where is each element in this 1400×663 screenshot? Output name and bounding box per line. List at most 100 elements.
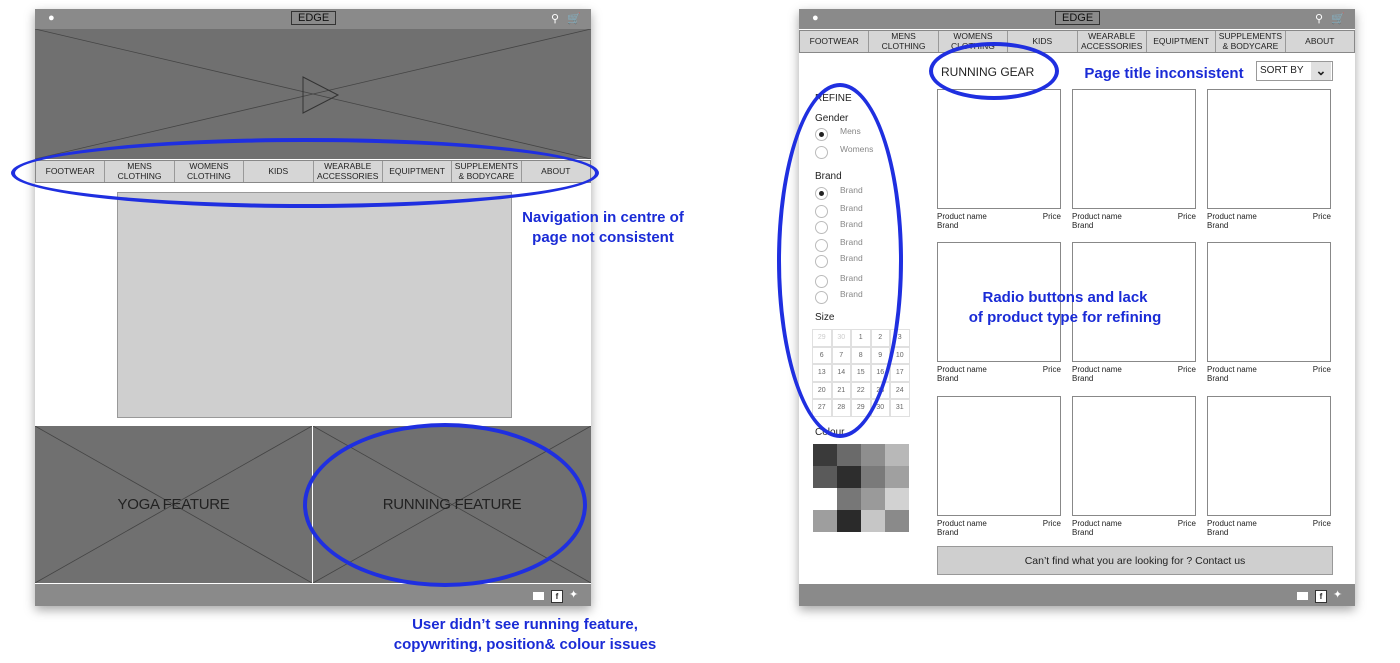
product-brand: Brand xyxy=(1072,374,1094,383)
content-placeholder xyxy=(117,192,512,418)
product-price: Price xyxy=(1177,365,1196,374)
colour-swatch[interactable] xyxy=(885,466,909,488)
title-highlight-ellipse xyxy=(929,42,1059,100)
nav-item-equiptment[interactable]: EQUIPTMENT xyxy=(1147,31,1217,52)
product-price: Price xyxy=(1312,212,1331,221)
product-card[interactable]: Product name Price Brand xyxy=(937,396,1061,538)
product-price: Price xyxy=(1312,365,1331,374)
colour-swatch[interactable] xyxy=(837,466,861,488)
product-brand: Brand xyxy=(1207,221,1229,230)
twitter-icon[interactable]: ✦ xyxy=(569,589,578,601)
product-name: Product name xyxy=(1207,365,1257,374)
product-image[interactable] xyxy=(937,396,1061,516)
product-price: Price xyxy=(1042,365,1061,374)
page-title-annotation: Page title inconsistent xyxy=(1084,65,1244,82)
colour-swatch[interactable] xyxy=(813,466,837,488)
colour-swatch[interactable] xyxy=(861,444,885,466)
user-icon[interactable]: ● xyxy=(48,12,55,24)
product-name: Product name xyxy=(937,519,987,528)
facebook-icon[interactable]: f xyxy=(1315,590,1327,603)
product-name: Product name xyxy=(1072,519,1122,528)
cart-icon[interactable]: 🛒 xyxy=(567,13,581,25)
sort-by-label: SORT BY xyxy=(1260,65,1304,76)
product-card[interactable]: Product name Price Brand xyxy=(1072,89,1196,231)
chevron-down-icon: ⌄ xyxy=(1311,62,1331,80)
contact-us-label: Can’t find what you are looking for ? Co… xyxy=(1024,554,1246,567)
product-brand: Brand xyxy=(937,528,959,537)
running-annotation: User didn’t see running feature, copywri… xyxy=(393,616,657,653)
product-image[interactable] xyxy=(1207,89,1331,209)
footer-bar xyxy=(35,584,591,606)
colour-swatch[interactable] xyxy=(885,444,909,466)
colour-swatch[interactable] xyxy=(837,488,861,510)
product-price: Price xyxy=(1042,519,1061,528)
nav-item-footwear[interactable]: FOOTWEAR xyxy=(800,31,870,52)
nav-item-wearable-accessories[interactable]: WEARABLE ACCESSORIES xyxy=(1078,31,1147,52)
size-option[interactable]: 24 xyxy=(890,381,910,399)
product-image[interactable] xyxy=(1207,242,1331,362)
product-card[interactable]: Product name Price Brand xyxy=(1072,396,1196,538)
navigation-annotation: Navigation in centre of page not consist… xyxy=(522,209,684,246)
running-highlight-ellipse xyxy=(303,423,587,587)
size-option[interactable]: 17 xyxy=(890,364,910,382)
product-brand: Brand xyxy=(937,221,959,230)
logo[interactable]: EDGE xyxy=(291,11,337,25)
product-name: Product name xyxy=(1072,212,1122,221)
colour-swatch[interactable] xyxy=(813,444,837,466)
search-icon[interactable]: ⚲ xyxy=(551,13,559,25)
nav-item-about[interactable]: ABOUT xyxy=(1286,31,1354,52)
colour-swatch[interactable] xyxy=(885,510,909,532)
nav-item-mens-clothing[interactable]: MENS CLOTHING xyxy=(869,31,939,52)
cart-icon[interactable]: 🛒 xyxy=(1331,13,1345,25)
product-price: Price xyxy=(1042,212,1061,221)
nav-highlight-ellipse xyxy=(11,138,599,208)
logo[interactable]: EDGE xyxy=(1055,11,1101,25)
search-icon[interactable]: ⚲ xyxy=(1315,13,1323,25)
product-price: Price xyxy=(1177,519,1196,528)
colour-swatch[interactable] xyxy=(861,510,885,532)
colour-swatch[interactable] xyxy=(885,488,909,510)
facebook-icon[interactable]: f xyxy=(551,590,563,603)
colour-swatch[interactable] xyxy=(813,510,837,532)
product-image[interactable] xyxy=(937,89,1061,209)
product-name: Product name xyxy=(1207,212,1257,221)
sort-by-dropdown[interactable]: SORT BY ⌄ xyxy=(1256,61,1333,81)
product-card[interactable]: Product name Price Brand xyxy=(937,89,1061,231)
product-name: Product name xyxy=(937,365,987,374)
product-price: Price xyxy=(1312,519,1331,528)
product-name: Product name xyxy=(1207,519,1257,528)
product-price: Price xyxy=(1177,212,1196,221)
yoga-feature-label: YOGA FEATURE xyxy=(117,496,230,513)
colour-swatch[interactable] xyxy=(837,510,861,532)
product-image[interactable] xyxy=(1207,396,1331,516)
colour-swatch[interactable] xyxy=(861,488,885,510)
product-brand: Brand xyxy=(1207,374,1229,383)
product-image[interactable] xyxy=(1072,396,1196,516)
yoga-feature[interactable]: YOGA FEATURE xyxy=(35,426,312,583)
refine-highlight-ellipse xyxy=(777,83,903,438)
footer-bar xyxy=(799,584,1355,606)
colour-swatch[interactable] xyxy=(861,466,885,488)
product-image[interactable] xyxy=(1072,89,1196,209)
product-name: Product name xyxy=(937,212,987,221)
colour-swatch[interactable] xyxy=(813,488,837,510)
product-card[interactable]: Product name Price Brand xyxy=(1207,89,1331,231)
nav-item-supplements-bodycare[interactable]: SUPPLEMENTS & BODYCARE xyxy=(1216,31,1286,52)
size-option[interactable]: 31 xyxy=(890,399,910,417)
product-name: Product name xyxy=(1072,365,1122,374)
product-brand: Brand xyxy=(1072,528,1094,537)
product-card[interactable]: Product name Price Brand xyxy=(1207,396,1331,538)
user-icon[interactable]: ● xyxy=(812,12,819,24)
twitter-icon[interactable]: ✦ xyxy=(1333,589,1342,601)
mail-icon[interactable] xyxy=(533,592,544,600)
colour-swatch[interactable] xyxy=(837,444,861,466)
mail-icon[interactable] xyxy=(1297,592,1308,600)
product-brand: Brand xyxy=(937,374,959,383)
product-brand: Brand xyxy=(1207,528,1229,537)
category-nav-bar: FOOTWEAR MENS CLOTHING WOMENS CLOTHING KIDS… xyxy=(799,30,1355,53)
contact-us-button[interactable]: Can’t find what you are looking for ? Co… xyxy=(937,546,1333,575)
product-card[interactable]: Product name Price Brand xyxy=(1207,242,1331,384)
product-brand: Brand xyxy=(1072,221,1094,230)
radio-annotation: Radio buttons and lack of product type f… xyxy=(968,289,1162,326)
colour-swatches xyxy=(813,444,909,532)
